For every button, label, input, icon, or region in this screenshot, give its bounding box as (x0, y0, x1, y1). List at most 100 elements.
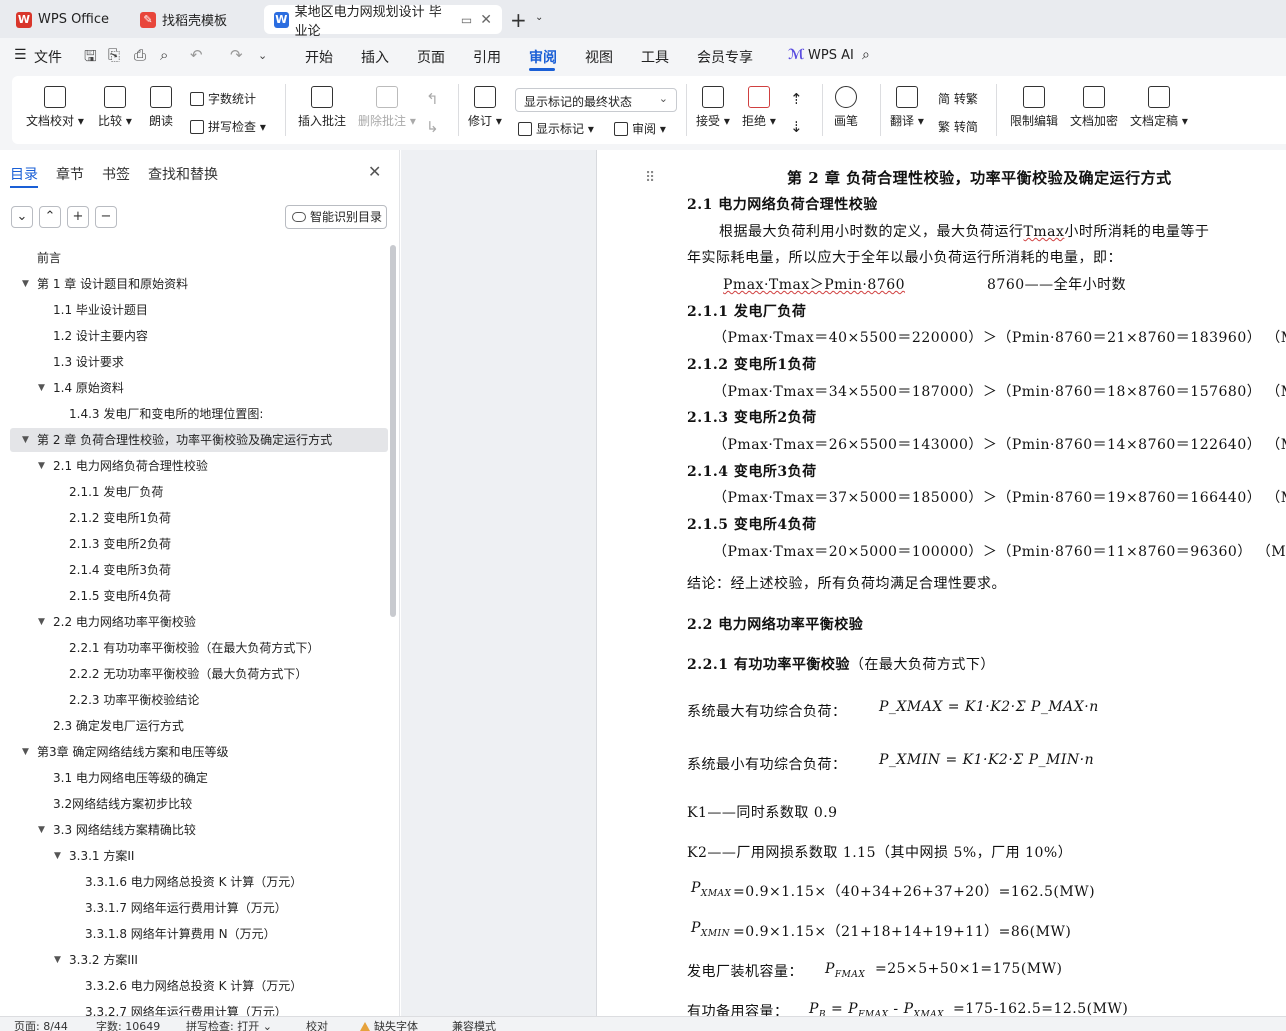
word-count-button[interactable]: 字数统计 (190, 90, 256, 107)
toc-item[interactable]: 1.4.3 发电厂和变电所的地理位置图: (0, 402, 388, 426)
toc-item[interactable]: 2.1.1 发电厂负荷 (0, 480, 388, 504)
word-count[interactable]: 字数: 10649 (96, 1018, 160, 1031)
chevron-down-icon[interactable]: ⌄ (258, 49, 267, 62)
show-marks-button[interactable]: 显示标记 ▾ (518, 120, 594, 137)
markup-state-select[interactable]: 显示标记的最终状态 ⌄ (515, 88, 677, 112)
toc-item[interactable]: 3.3.1.7 网络年运行费用计算（万元） (0, 896, 388, 920)
toc-item[interactable]: 2.2.3 功率平衡校验结论 (0, 688, 388, 712)
toc-item[interactable]: 2.1.4 变电所3负荷 (0, 558, 388, 582)
page-indicator[interactable]: 页面: 8/44 (14, 1018, 68, 1031)
track-changes-button[interactable]: 修订 ▾ (468, 86, 502, 129)
print-preview-icon[interactable]: ⌕ (160, 46, 168, 64)
spell-check-status[interactable]: 拼写检查: 打开 ⌄ (186, 1018, 272, 1031)
hamburger-icon[interactable]: ☰ (14, 47, 27, 63)
spell-check-button[interactable]: 拼写检查 ▾ (190, 118, 266, 135)
compare-button[interactable]: 比较 ▾ (98, 86, 132, 129)
export-icon[interactable]: ⎘ (108, 46, 120, 64)
add-heading-button[interactable]: + (67, 206, 89, 228)
toc-item[interactable]: 2.1.5 变电所4负荷 (0, 584, 388, 608)
nav-tab-sections[interactable]: 章节 (56, 164, 84, 184)
expand-arrow-icon[interactable]: ▼ (54, 948, 61, 972)
menu-home[interactable]: 开始 (305, 47, 333, 67)
menu-wps-ai[interactable]: WPS AI (808, 48, 854, 63)
menu-review[interactable]: 审阅 (529, 47, 557, 67)
remove-heading-button[interactable]: − (95, 206, 117, 228)
toc-item[interactable]: ▼ 3.3.2 方案III (0, 948, 388, 972)
toc-item[interactable]: 前言 (0, 246, 388, 270)
toc-item[interactable]: 2.1.3 变电所2负荷 (0, 532, 388, 556)
toc-item[interactable]: 1.2 设计主要内容 (0, 324, 388, 348)
nav-tab-bookmarks[interactable]: 书签 (102, 164, 130, 184)
save-icon[interactable]: 🖫 (84, 46, 97, 71)
toc-item[interactable]: ▼ 2.1 电力网络负荷合理性校验 (0, 454, 388, 478)
menu-reference[interactable]: 引用 (473, 47, 501, 67)
toc-item[interactable]: 2.1.2 变电所1负荷 (0, 506, 388, 530)
insert-comment-button[interactable]: 插入批注 (298, 86, 346, 129)
toc-item[interactable]: 2.2.2 无功功率平衡校验（最大负荷方式下） (0, 662, 388, 686)
smart-toc-button[interactable]: 智能识别目录 (285, 205, 387, 229)
read-aloud-button[interactable]: 朗读 (149, 86, 173, 129)
toc-item[interactable]: ▼ 3.3.1 方案II (0, 844, 388, 868)
drag-handle-icon[interactable]: ⠿ (645, 170, 655, 186)
close-icon[interactable]: ✕ (480, 12, 492, 28)
next-change-icon[interactable]: ⇣ (790, 118, 803, 136)
menu-tools[interactable]: 工具 (641, 47, 669, 67)
expand-up-button[interactable]: ⌃ (39, 206, 61, 228)
missing-font-status[interactable]: 缺失字体 (360, 1018, 418, 1031)
redo-icon[interactable]: ↷ (230, 46, 243, 64)
expand-arrow-icon[interactable]: ▼ (22, 740, 29, 764)
toc-item[interactable]: 3.3.1.8 网络年计算费用 N（万元） (0, 922, 388, 946)
menu-insert[interactable]: 插入 (361, 47, 389, 67)
toc-item[interactable]: 3.3.1.6 电力网络总投资 K 计算（万元） (0, 870, 388, 894)
accept-button[interactable]: 接受 ▾ (696, 86, 730, 129)
expand-arrow-icon[interactable]: ▼ (38, 610, 45, 634)
toc-item[interactable]: 3.2网络结线方案初步比较 (0, 792, 388, 816)
close-icon[interactable]: ✕ (368, 162, 381, 181)
encrypt-button[interactable]: 文档加密 (1070, 86, 1118, 129)
proofread-status[interactable]: 校对 (306, 1018, 328, 1031)
toc-item[interactable]: 3.3.2.6 电力网络总投资 K 计算（万元） (0, 974, 388, 998)
pen-button[interactable]: 画笔 (834, 86, 858, 129)
restrict-edit-button[interactable]: 限制编辑 (1010, 86, 1058, 129)
nav-tab-find-replace[interactable]: 查找和替换 (148, 164, 218, 184)
delete-comment-button[interactable]: 删除批注 ▾ (358, 86, 416, 129)
toc-item[interactable]: 3.1 电力网络电压等级的确定 (0, 766, 388, 790)
expand-arrow-icon[interactable]: ▼ (22, 428, 29, 452)
toc-item[interactable]: ▼ 1.4 原始资料 (0, 376, 388, 400)
expand-arrow-icon[interactable]: ▼ (38, 454, 45, 478)
to-simplified-button[interactable]: 繁 转简 (938, 118, 978, 135)
collapse-all-button[interactable]: ⌄ (11, 206, 33, 228)
menu-member[interactable]: 会员专享 (697, 47, 753, 67)
toc-scrollbar[interactable] (390, 245, 396, 617)
expand-arrow-icon[interactable]: ▼ (22, 272, 29, 296)
expand-arrow-icon[interactable]: ▼ (38, 818, 45, 842)
review-pane-button[interactable]: 审阅 ▾ (614, 120, 666, 137)
toc-item[interactable]: ▼ 3.3 网络结线方案精确比较 (0, 818, 388, 842)
to-traditional-button[interactable]: 简 转繁 (938, 90, 978, 107)
expand-arrow-icon[interactable]: ▼ (38, 376, 45, 400)
toc-item[interactable]: ▼ 2.2 电力网络功率平衡校验 (0, 610, 388, 634)
new-tab-icon[interactable]: + (510, 8, 527, 32)
expand-arrow-icon[interactable]: ▼ (54, 844, 61, 868)
toc-item[interactable]: ▼ 第3章 确定网络结线方案和电压等级 (0, 740, 388, 764)
toc-item[interactable]: 1.3 设计要求 (0, 350, 388, 374)
toc-item[interactable]: ▼ 第 2 章 负荷合理性校验，功率平衡校验及确定运行方式 (0, 428, 388, 452)
undo-icon[interactable]: ↶ (190, 46, 203, 64)
nav-tab-toc[interactable]: 目录 (10, 164, 38, 184)
tab-wps-office[interactable]: W WPS Office (6, 5, 122, 34)
chevron-down-icon[interactable]: ⌄ (535, 12, 543, 23)
toc-item[interactable]: 2.2.1 有功功率平衡校验（在最大负荷方式下） (0, 636, 388, 660)
menu-page[interactable]: 页面 (417, 47, 445, 67)
prev-change-icon[interactable]: ⇡ (790, 90, 803, 108)
toc-item[interactable]: 2.3 确定发电厂运行方式 (0, 714, 388, 738)
reject-button[interactable]: 拒绝 ▾ (742, 86, 776, 129)
toc-item[interactable]: 1.1 毕业设计题目 (0, 298, 388, 322)
tab-window-icon[interactable]: ▭ (461, 13, 472, 27)
menu-file[interactable]: 文件 (34, 47, 62, 67)
toc-item[interactable]: ▼ 第 1 章 设计题目和原始资料 (0, 272, 388, 296)
translate-button[interactable]: 翻译 ▾ (890, 86, 924, 129)
search-icon[interactable]: ⌕ (862, 47, 870, 63)
print-icon[interactable]: ⎙ (134, 46, 146, 64)
document-page[interactable]: ⠿ 第 2 章 负荷合理性校验，功率平衡校验及确定运行方式 2.1 电力网络负荷… (597, 150, 1286, 1016)
finalize-button[interactable]: 文档定稿 ▾ (1130, 86, 1188, 129)
